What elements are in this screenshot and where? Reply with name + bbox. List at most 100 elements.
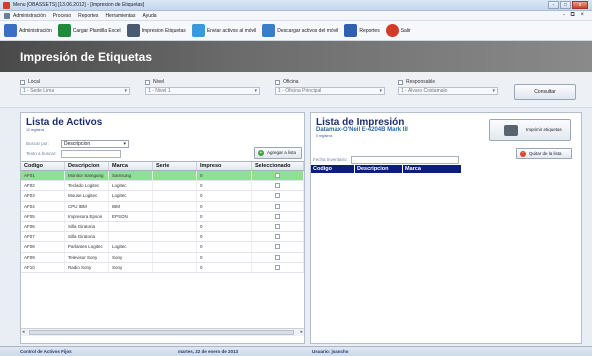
inventory-date-input[interactable] — [351, 156, 459, 164]
cell-impreso: 0 — [197, 242, 252, 252]
search-input[interactable] — [61, 150, 121, 158]
oficina-select[interactable]: 1 - Oficina Principal — [275, 87, 385, 95]
col-serie[interactable]: Serie — [153, 162, 197, 170]
app-window: Menu [OBASSETS] [13.06.2012] - [Impresio… — [0, 0, 592, 356]
select-checkbox[interactable] — [275, 173, 280, 179]
cell-marca: Logitec — [109, 191, 153, 201]
toolbar-reportes-button[interactable]: Reportes — [344, 24, 380, 37]
window-title: Menu [OBASSETS] [13.06.2012] - [Impresio… — [13, 2, 145, 8]
filter-responsable: Responsable 1 - Alvaro Costamalo — [398, 79, 498, 95]
cell-descripcion: Impresora Epson — [65, 211, 109, 221]
table-row[interactable]: AF06 Silla Giratoria 0 — [21, 221, 304, 233]
table-row[interactable]: AF03 Mouse Logitec Logitec 0 — [21, 191, 304, 202]
toolbar-descargar-movil-button[interactable]: Descargar activos del móvil — [262, 24, 338, 37]
maximize-button[interactable]: □ — [560, 1, 571, 9]
nivel-checkbox[interactable]: Nivel — [145, 79, 260, 85]
cell-marca: Sony — [109, 262, 153, 272]
mdi-controls[interactable]: - ⧉ × — [563, 12, 586, 19]
table-row[interactable]: AF08 Parlantes Logitec Logitec 0 — [21, 242, 304, 253]
cell-descripcion: Silla Giratoria — [65, 221, 109, 232]
cell-seleccionado — [252, 171, 304, 181]
col-codigo[interactable]: Codigo — [21, 162, 65, 170]
cell-descripcion: Teclado Logitec — [65, 181, 109, 191]
cell-codigo: AF01 — [21, 171, 65, 181]
cell-impreso: 0 — [197, 221, 252, 232]
table-row[interactable]: AF01 Monitor Samgung Samsung 0 — [21, 171, 304, 182]
scroll-left-icon[interactable]: ◂ — [22, 329, 25, 336]
consultar-button[interactable]: Consultar — [514, 84, 576, 100]
scroll-right-icon[interactable]: ▸ — [300, 329, 303, 336]
col-marca[interactable]: Marca — [109, 162, 153, 170]
cell-serie — [153, 191, 197, 201]
select-checkbox[interactable] — [275, 234, 280, 240]
nivel-select[interactable]: 1 - Nivel 1 — [145, 87, 260, 95]
menu-reportes[interactable]: Reportes — [78, 13, 98, 19]
search-field-select[interactable]: Descripcion — [61, 140, 129, 148]
cell-serie — [153, 181, 197, 191]
toolbar-enviar-movil-button[interactable]: Enviar activos al móvil — [191, 24, 256, 37]
menu-herramientas[interactable]: Herramientas — [105, 13, 135, 19]
pcol-marca[interactable]: Marca — [403, 165, 461, 173]
responsable-checkbox[interactable]: Responsable — [398, 79, 498, 85]
responsable-select[interactable]: 1 - Alvaro Costamalo — [398, 87, 498, 95]
add-icon: + — [258, 150, 264, 156]
table-row[interactable]: AF09 Televisor Sony Sony 0 — [21, 252, 304, 263]
select-checkbox[interactable] — [275, 264, 280, 270]
impresion-panel: Lista de Impresión Datamax-O'Neil E-4204… — [310, 112, 582, 344]
print-labels-button[interactable]: Imprimir etiquetas — [489, 119, 571, 141]
oficina-checkbox[interactable]: Oficina — [275, 79, 385, 85]
filter-bar: Local 1 - Sede Lima Nivel 1 - Nivel 1 Of… — [0, 72, 592, 108]
cell-descripcion: Mouse Logitec — [65, 191, 109, 201]
activos-title: Lista de Activos — [26, 117, 103, 128]
cell-serie — [153, 262, 197, 272]
cell-seleccionado — [252, 201, 304, 211]
pcol-descripcion[interactable]: Descripcion — [355, 165, 403, 173]
remove-from-list-button[interactable]: - Quitar de la lista — [516, 148, 572, 159]
select-checkbox[interactable] — [275, 203, 280, 209]
pcol-codigo[interactable]: Codigo — [311, 165, 355, 173]
toolbar-impresion-button[interactable]: Impresion Etiquetas — [126, 24, 186, 37]
toolbar-cargar-excel-button[interactable]: Cargar Plantilla Excel — [57, 24, 121, 37]
table-row[interactable]: AF07 Silla Giratoria 0 — [21, 232, 304, 243]
local-checkbox[interactable]: Local — [20, 79, 130, 85]
horizontal-scrollbar[interactable]: ◂ ▸ — [21, 328, 304, 336]
toolbar-salir-button[interactable]: Salir — [385, 24, 411, 37]
cell-marca: IBM — [109, 201, 153, 211]
table-row[interactable]: AF02 Teclado Logitec Logitec 0 — [21, 181, 304, 192]
add-to-list-button[interactable]: + Agregar a lista — [254, 147, 302, 159]
select-checkbox[interactable] — [275, 254, 280, 260]
cell-marca: EPSON — [109, 211, 153, 221]
toolbar-administracion-button[interactable]: Administración — [4, 24, 52, 37]
cell-seleccionado — [252, 211, 304, 221]
cell-serie — [153, 232, 197, 242]
cell-descripcion: Televisor Sony — [65, 252, 109, 262]
table-row[interactable]: AF10 Radio Sony Sony 0 — [21, 262, 304, 273]
menu-administracion[interactable]: Administración — [13, 13, 46, 19]
select-checkbox[interactable] — [275, 224, 280, 230]
scroll-thumb[interactable] — [29, 330, 294, 335]
admin-icon — [4, 24, 17, 37]
cell-impreso: 0 — [197, 252, 252, 262]
table-row[interactable]: AF05 Impresora Epson EPSON 0 — [21, 211, 304, 222]
menu-proceso[interactable]: Proceso — [53, 13, 71, 19]
mdi-child-icon[interactable] — [4, 12, 10, 19]
activos-grid: Codigo Descripcion Marca Serie Impreso S… — [21, 161, 304, 336]
table-row[interactable]: AF04 CPU IBM IBM 0 — [21, 201, 304, 212]
status-date: martes, 22 de enero de 2013 — [178, 349, 239, 354]
cell-codigo: AF05 — [21, 211, 65, 221]
cell-seleccionado — [252, 242, 304, 252]
minimize-button[interactable]: - — [548, 1, 559, 9]
col-impreso[interactable]: Impreso — [197, 162, 252, 170]
close-button[interactable]: x — [572, 1, 588, 9]
select-checkbox[interactable] — [275, 183, 280, 189]
cell-serie — [153, 252, 197, 262]
select-checkbox[interactable] — [275, 193, 280, 199]
col-descripcion[interactable]: Descripcion — [65, 162, 109, 170]
col-seleccionado[interactable]: Seleccionado — [252, 162, 304, 170]
cell-serie — [153, 171, 197, 181]
select-checkbox[interactable] — [275, 213, 280, 219]
cell-impreso: 0 — [197, 262, 252, 272]
select-checkbox[interactable] — [275, 244, 280, 250]
local-select[interactable]: 1 - Sede Lima — [20, 87, 130, 95]
menu-ayuda[interactable]: Ayuda — [142, 13, 156, 19]
